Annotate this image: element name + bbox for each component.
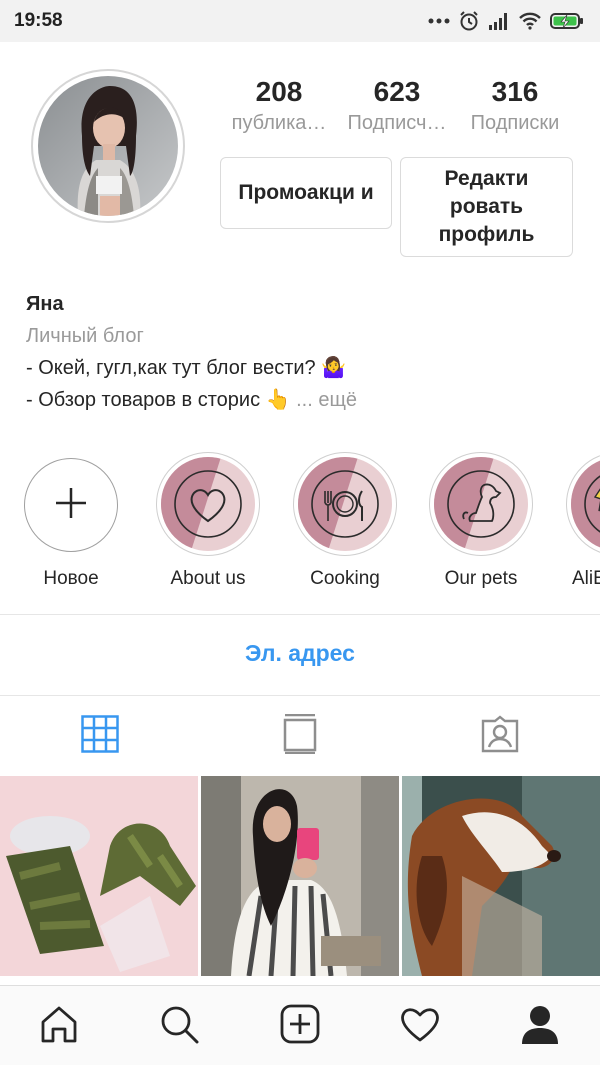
stat-following-label: Подписки [470,112,560,134]
stat-posts-count: 208 [255,76,303,107]
promotions-button[interactable]: Промоакци и [220,157,392,229]
bio-line-2-wrap: - Обзор товаров в сторис 👆 ... ещё [26,384,586,416]
highlight-cooking-circle [293,452,397,556]
status-bar: 19:58 [0,0,600,42]
wifi-icon [518,12,542,30]
stat-followers-label: Подписч… [347,112,447,134]
more-dots-icon [428,17,450,25]
stat-followers-count: 623 [373,76,421,107]
posts-grid [0,776,600,986]
nav-profile[interactable] [518,1004,562,1048]
plate-cutlery-icon [298,457,392,551]
bio: Яна Личный блог - Окей, гугл,как тут бло… [26,288,586,416]
highlight-about-us-label: About us [170,568,246,589]
highlight-new-label: Новое [43,568,99,589]
highlight-our-pets-circle [429,452,533,556]
feed-icon [283,713,317,759]
highlight-alie-circle [566,452,600,556]
profile-avatar[interactable] [31,69,185,223]
highlight-our-pets[interactable]: Our pets [421,452,541,590]
story-highlights: Новое About us Cooking Our pets AliE [0,452,600,602]
edit-profile-button[interactable]: Редакти ровать профиль [400,157,573,257]
dog-icon [434,457,528,551]
highlight-cooking[interactable]: Cooking [285,452,405,590]
add-post-icon [280,1004,320,1049]
nav-search[interactable] [157,1004,201,1048]
alarm-icon [458,10,480,32]
post-thumbnail[interactable] [201,776,399,976]
highlight-about-us-circle [156,452,260,556]
nav-add-post[interactable] [278,1004,322,1048]
tab-feed[interactable] [278,713,322,759]
profile-name: Яна [26,293,64,315]
battery-charging-icon [550,12,584,30]
stat-following-count: 316 [491,76,539,107]
status-time: 19:58 [14,10,63,31]
divider-top [0,614,600,615]
highlight-new[interactable]: Новое [11,458,131,590]
bio-line-1: - Окей, гугл,как тут блог вести? 🤷‍♀️ [26,357,347,379]
stat-followers[interactable]: 623 Подписч… [337,75,457,137]
heart-icon [399,1005,441,1048]
signal-icon [488,12,510,30]
highlight-alie-label: AliE [572,568,600,589]
tab-tagged[interactable] [478,714,522,758]
highlight-alie[interactable]: AliE [558,452,600,590]
grid-icon [81,714,119,758]
search-icon [159,1004,199,1049]
status-icons [428,10,584,32]
stat-posts-label: публика… [231,112,327,134]
bottom-navigation [0,985,600,1065]
email-button[interactable]: Эл. адрес [0,640,600,667]
bio-more-link[interactable]: ... ещё [296,389,357,411]
stat-posts[interactable]: 208 публика… [219,75,339,137]
lightning-icon [571,457,600,551]
profile-category: Личный блог [26,325,144,347]
post-thumbnail[interactable] [0,776,198,976]
heart-icon [161,457,255,551]
post-thumbnail[interactable] [402,776,600,976]
bio-line-2: - Обзор товаров в сторис 👆 [26,389,291,411]
stat-following[interactable]: 316 Подписки [455,75,575,137]
home-icon [39,1004,79,1049]
highlight-about-us[interactable]: About us [148,452,268,590]
avatar-photo [38,76,178,216]
nav-home[interactable] [37,1004,81,1048]
tagged-icon [480,714,520,758]
profile-tabs [0,696,600,776]
profile-icon [520,1004,560,1049]
nav-activity[interactable] [398,1004,442,1048]
highlight-new-circle [24,458,118,552]
tab-grid[interactable] [78,714,122,758]
plus-icon [54,486,88,525]
highlight-our-pets-label: Our pets [444,568,518,589]
highlight-cooking-label: Cooking [310,568,380,589]
